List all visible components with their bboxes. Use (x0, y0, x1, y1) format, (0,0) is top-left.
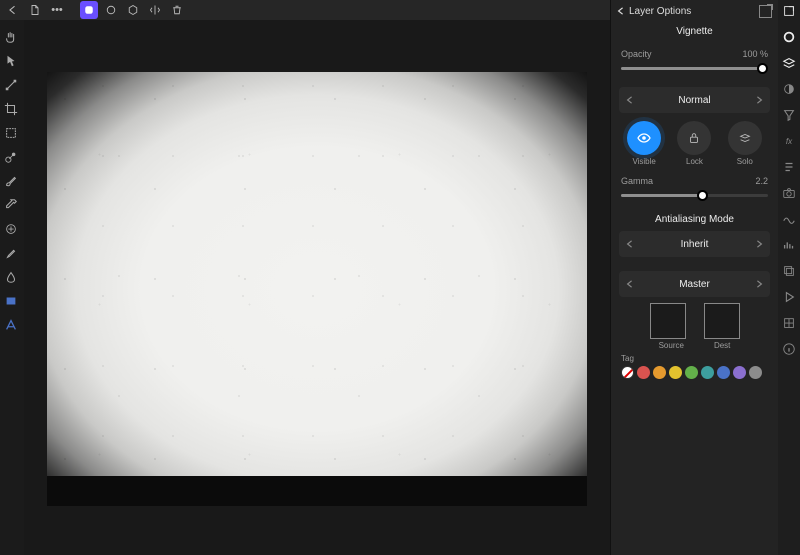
chevron-left-icon[interactable] (619, 280, 641, 288)
panel-header-label: Layer Options (629, 6, 691, 17)
text-style-icon[interactable] (780, 158, 798, 176)
master-swatches (611, 303, 778, 339)
funnel-icon[interactable] (780, 106, 798, 124)
right-studio-bar: fx (778, 0, 800, 555)
stack-icon[interactable] (780, 262, 798, 280)
more-ellipsis[interactable]: ••• (48, 1, 66, 19)
adjust-icon[interactable] (780, 80, 798, 98)
visibility-row: Visible Lock Solo (619, 121, 770, 166)
opacity-slider[interactable] (621, 63, 768, 73)
tag-label: Tag (621, 354, 768, 363)
layers-icon[interactable] (780, 54, 798, 72)
popout-icon[interactable] (780, 2, 798, 20)
chevron-left-icon[interactable] (619, 96, 641, 104)
document-icon[interactable] (26, 1, 44, 19)
shape-icon[interactable] (2, 124, 20, 142)
crop-icon[interactable] (2, 100, 20, 118)
chevron-left-icon[interactable] (619, 240, 641, 248)
chevron-right-icon[interactable] (748, 280, 770, 288)
chevron-right-icon[interactable] (748, 240, 770, 248)
camera-icon[interactable] (780, 184, 798, 202)
play-icon[interactable] (780, 288, 798, 306)
info-icon[interactable] (780, 340, 798, 358)
canvas-bottom-strip (47, 476, 587, 506)
fx-text[interactable]: fx (780, 132, 798, 150)
dropper-icon[interactable] (2, 196, 20, 214)
grid-icon[interactable] (780, 314, 798, 332)
panel-header[interactable]: Layer Options (611, 0, 778, 22)
rendered-image (47, 72, 587, 506)
source-swatch[interactable] (650, 303, 686, 339)
tag-color-7[interactable] (733, 366, 746, 379)
dest-label: Dest (714, 341, 730, 350)
gamma-value: 2.2 (755, 176, 768, 186)
gamma-section: Gamma 2.2 (611, 172, 778, 208)
left-toolbar (0, 24, 22, 334)
gamma-label: Gamma (621, 176, 653, 186)
tag-color-8[interactable] (749, 366, 762, 379)
visible-button[interactable]: Visible (627, 121, 661, 166)
opacity-value: 100 % (742, 49, 768, 59)
hand-icon[interactable] (2, 28, 20, 46)
panel-title: Vignette (611, 22, 778, 45)
antialias-value: Inherit (641, 239, 748, 250)
color-wheel-icon[interactable] (780, 28, 798, 46)
tag-color-6[interactable] (717, 366, 730, 379)
canvas-viewport[interactable] (24, 20, 610, 555)
histogram-icon[interactable] (780, 236, 798, 254)
blend-mode-value: Normal (641, 95, 748, 106)
opacity-section: Opacity 100 % (611, 45, 778, 81)
lock-button[interactable]: Lock (677, 121, 711, 166)
gamma-slider[interactable] (621, 190, 768, 200)
master-value: Master (641, 279, 748, 290)
smudge-icon[interactable] (2, 268, 20, 286)
antialias-selector[interactable]: Inherit (619, 231, 770, 257)
panel-popout-icon[interactable] (759, 5, 772, 18)
rectangle-icon[interactable] (2, 292, 20, 310)
dest-swatch[interactable] (704, 303, 740, 339)
chevron-right-icon[interactable] (748, 96, 770, 104)
back-arrow-icon[interactable] (4, 1, 22, 19)
tag-color-0[interactable] (621, 366, 634, 379)
solo-button[interactable]: Solo (728, 121, 762, 166)
source-label: Source (659, 341, 684, 350)
mirror-icon[interactable] (146, 1, 164, 19)
text-icon[interactable] (2, 316, 20, 334)
trash-icon[interactable] (168, 1, 186, 19)
hexagon-icon[interactable] (124, 1, 142, 19)
blend-mode-selector[interactable]: Normal (619, 87, 770, 113)
tag-section: Tag (611, 350, 778, 385)
tag-color-5[interactable] (701, 366, 714, 379)
tag-color-2[interactable] (653, 366, 666, 379)
tag-colors (621, 366, 768, 379)
tag-color-1[interactable] (637, 366, 650, 379)
gradient-icon[interactable] (2, 148, 20, 166)
opacity-label: Opacity (621, 49, 652, 59)
tag-color-3[interactable] (669, 366, 682, 379)
antialias-title: Antialiasing Mode (611, 214, 778, 225)
clone-icon[interactable] (2, 220, 20, 238)
persona-icon[interactable] (80, 1, 98, 19)
document-canvas[interactable] (47, 72, 587, 506)
tag-color-4[interactable] (685, 366, 698, 379)
retouch-icon[interactable] (2, 244, 20, 262)
pointer-icon[interactable] (2, 52, 20, 70)
wave-icon[interactable] (780, 210, 798, 228)
brush-icon[interactable] (2, 172, 20, 190)
node-icon[interactable] (2, 76, 20, 94)
master-selector[interactable]: Master (619, 271, 770, 297)
layer-options-panel: Layer Options Vignette Opacity 100 % Nor… (610, 0, 778, 555)
circle-icon[interactable] (102, 1, 120, 19)
